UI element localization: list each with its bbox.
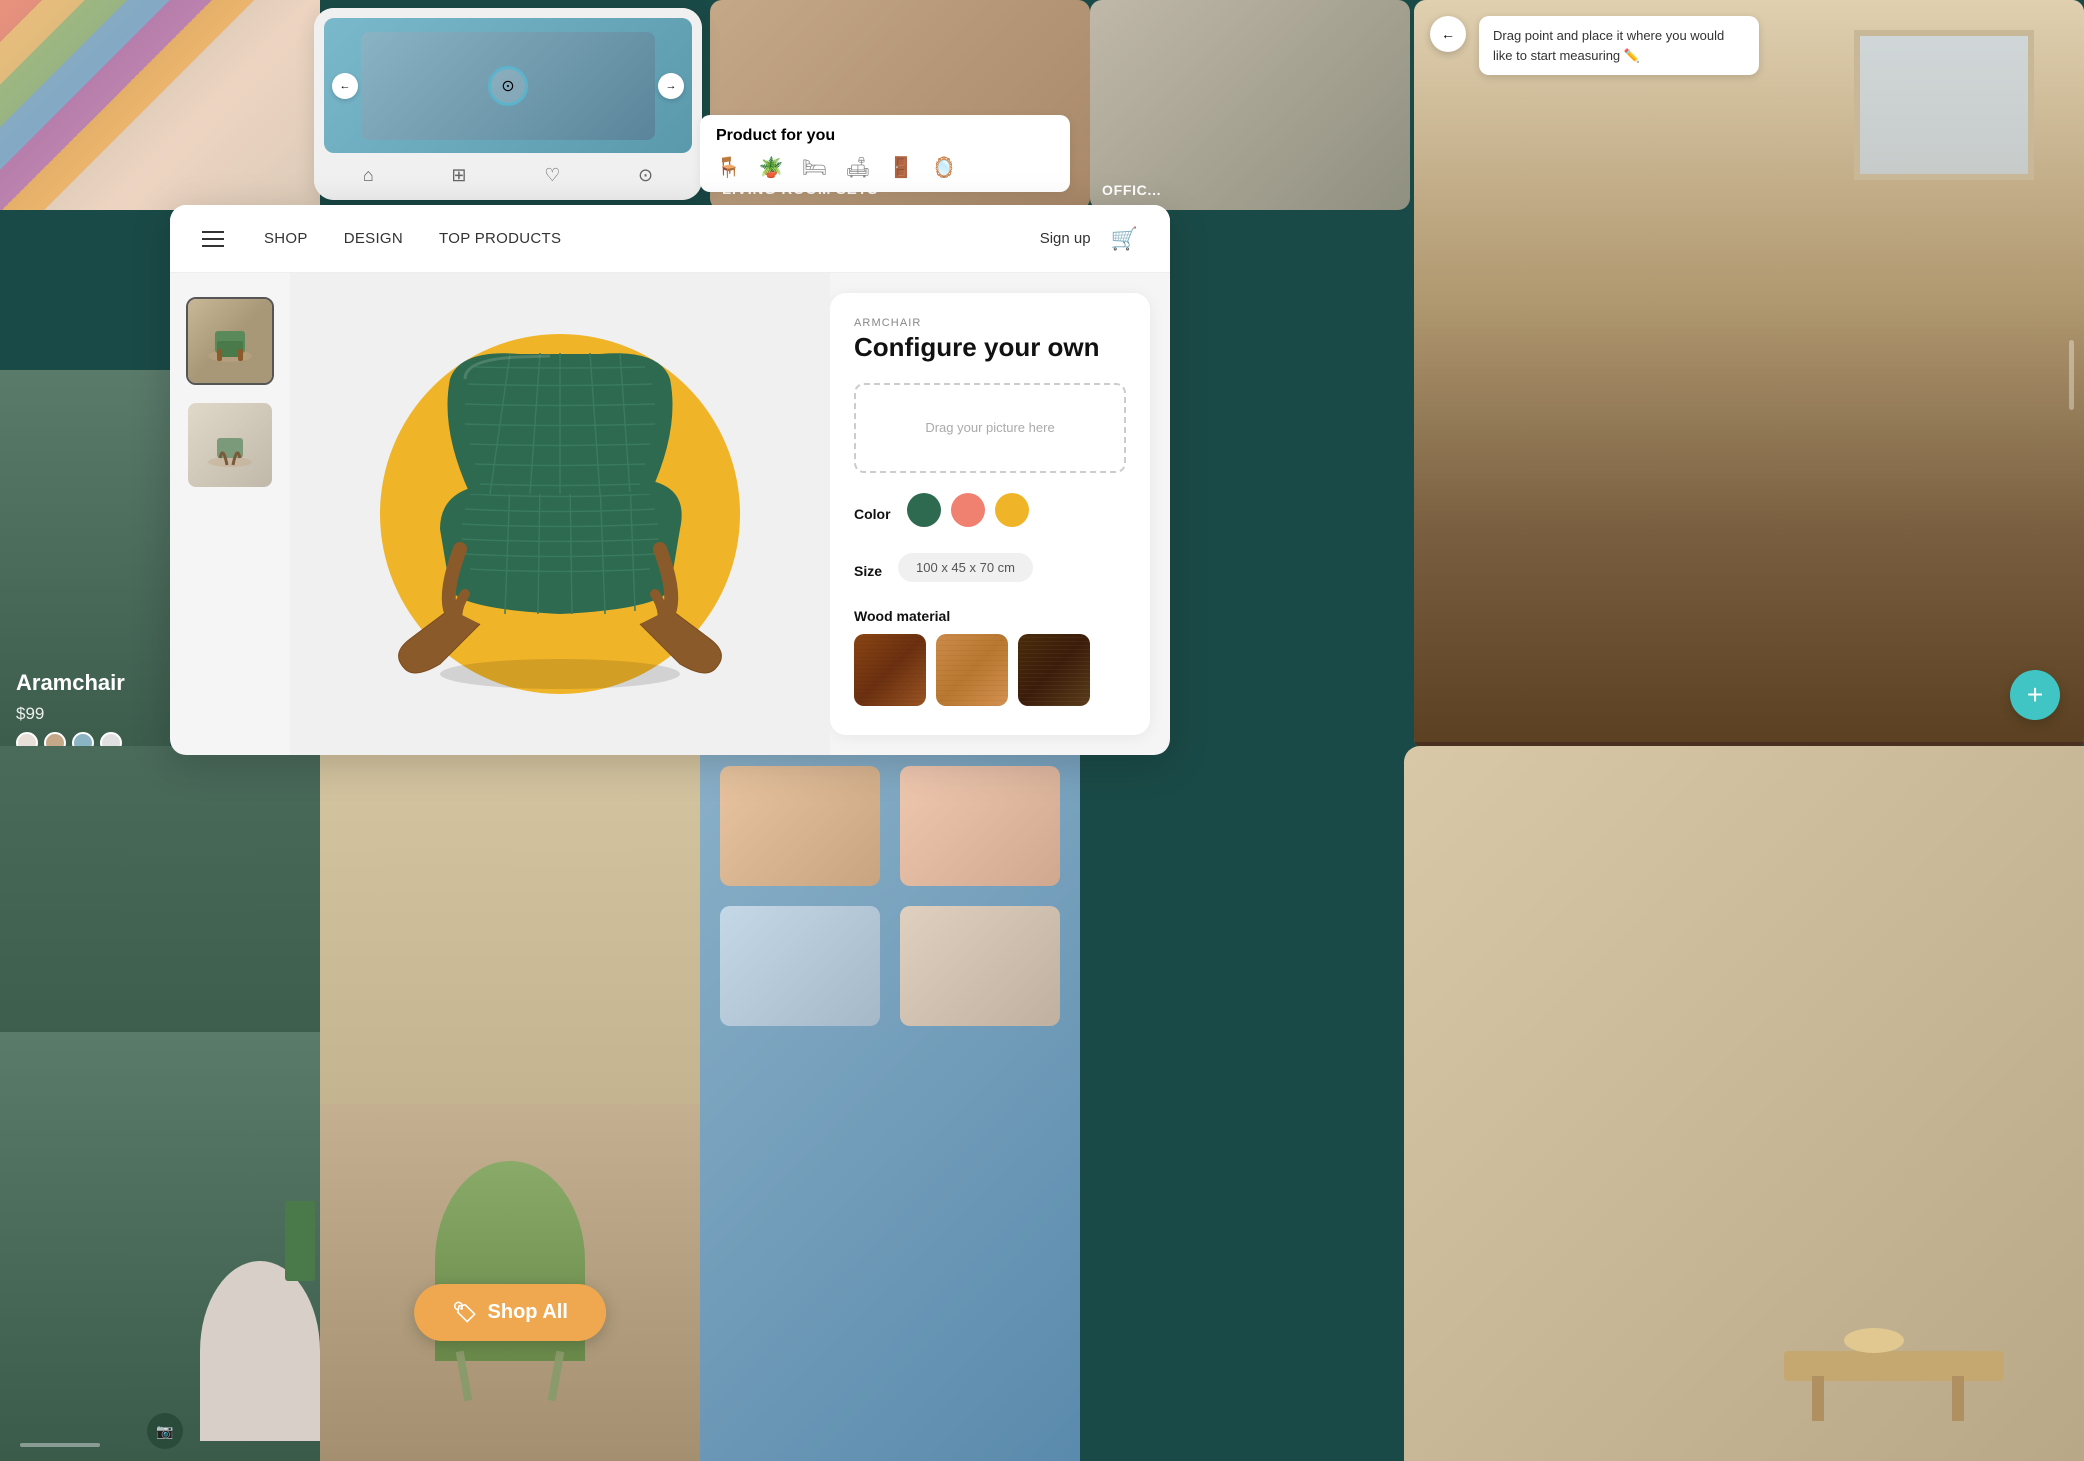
- config-panel: ARMCHAIR Configure your own Drag your pi…: [830, 293, 1150, 735]
- bowl: [1844, 1328, 1904, 1353]
- hamburger-menu[interactable]: [202, 231, 224, 247]
- plant-stem: [285, 1201, 315, 1281]
- thumbnail-sidebar: [170, 273, 290, 755]
- table-leg-2: [1812, 1376, 1824, 1421]
- left-card-name: Aramchair: [16, 670, 154, 696]
- cat-icon-4[interactable]: 🛋: [845, 155, 870, 180]
- bg-office: OFFIC...: [1090, 0, 1410, 210]
- nav-design[interactable]: DESIGN: [344, 230, 403, 247]
- nav-shop[interactable]: SHOP: [264, 230, 308, 247]
- bottom-left-room: 📷: [0, 746, 330, 1461]
- thumb-1-img: [188, 299, 272, 383]
- cart-icon[interactable]: 🛒: [1111, 226, 1138, 252]
- cat-icon-5[interactable]: 🚪: [889, 155, 914, 180]
- cat-icon-3[interactable]: 🛏: [802, 155, 827, 180]
- color-row: Color: [854, 493, 1126, 545]
- wood-light[interactable]: [936, 634, 1008, 706]
- product-for-you-title: Product for you: [716, 127, 1054, 145]
- color-label: Color: [854, 506, 891, 522]
- phone-next-arrow[interactable]: →: [658, 73, 684, 99]
- wood-section: Wood material: [854, 608, 1126, 706]
- shop-all-button[interactable]: 🏷 Shop All: [414, 1284, 606, 1341]
- cat-icon-1[interactable]: 🪑: [716, 155, 741, 180]
- color-options: [907, 493, 1029, 527]
- color-green[interactable]: [907, 493, 941, 527]
- left-product-card: Aramchair $99: [0, 370, 170, 770]
- camera-icon[interactable]: 📷: [147, 1413, 183, 1449]
- hamburger-line-1: [202, 231, 224, 233]
- hamburger-line-3: [202, 245, 224, 247]
- bottom-scrollbar: [20, 1443, 100, 1447]
- drop-zone-text: Drag your picture here: [925, 420, 1054, 435]
- left-card-price: $99: [16, 704, 154, 724]
- collage-tile-2: [900, 766, 1060, 886]
- size-value: 100 x 45 x 70 cm: [898, 553, 1033, 582]
- ar-scroll-indicator: [2069, 340, 2074, 410]
- nav-links: SHOP DESIGN TOP PRODUCTS: [264, 230, 1000, 247]
- bottom-far-right-scene: [1404, 746, 2084, 1461]
- collage-tile-3: [720, 906, 880, 1026]
- chair-svg: [350, 329, 770, 699]
- wood-label: Wood material: [854, 608, 1126, 624]
- cat-icon-2[interactable]: 🪴: [759, 155, 784, 180]
- product-for-you-panel: Product for you 🪑 🪴 🛏 🛋 🚪 🪞: [700, 115, 1070, 192]
- thumbnail-2[interactable]: [186, 401, 274, 489]
- grey-chair-silhouette: [200, 1261, 320, 1441]
- shop-all-label: Shop All: [488, 1301, 568, 1324]
- bg-ar-room: ← Drag point and place it where you woul…: [1414, 0, 2084, 750]
- ar-tip-text: Drag point and place it where you would …: [1479, 16, 1759, 75]
- ar-plus-button[interactable]: +: [2010, 670, 2060, 720]
- product-display: [290, 273, 830, 755]
- phone-prev-arrow[interactable]: ←: [332, 73, 358, 99]
- phone-profile-icon[interactable]: ⊙: [638, 165, 653, 186]
- navbar: SHOP DESIGN TOP PRODUCTS Sign up 🛒: [170, 205, 1170, 273]
- bottom-right-collage: [700, 746, 1080, 1461]
- main-product-card: SHOP DESIGN TOP PRODUCTS Sign up 🛒: [170, 205, 1170, 755]
- thumbnail-1[interactable]: [186, 297, 274, 385]
- cat-icon-6[interactable]: 🪞: [932, 155, 957, 180]
- bottom-mid-scene: 🏷 Shop All: [320, 746, 700, 1461]
- wood-dark-red[interactable]: [854, 634, 926, 706]
- product-area: ARMCHAIR Configure your own Drag your pi…: [170, 273, 1170, 755]
- signup-link[interactable]: Sign up: [1040, 230, 1091, 247]
- office-label: OFFIC...: [1102, 182, 1161, 198]
- ar-back-button[interactable]: ←: [1430, 16, 1466, 52]
- color-yellow[interactable]: [995, 493, 1029, 527]
- ar-window-bg: [1854, 30, 2034, 180]
- config-title: Configure your own: [854, 333, 1126, 363]
- nav-top-products[interactable]: TOP PRODUCTS: [439, 230, 561, 247]
- phone-grid-icon[interactable]: ⊞: [451, 165, 466, 186]
- phone-bottom-nav: ⌂ ⊞ ♡ ⊙: [324, 161, 692, 190]
- phone-image-strip: ← → ⊙: [324, 18, 692, 153]
- size-label: Size: [854, 563, 882, 579]
- phone-scan-circle: ⊙: [488, 66, 528, 106]
- hamburger-line-2: [202, 238, 224, 240]
- size-row: Size 100 x 45 x 70 cm: [854, 553, 1126, 600]
- phone-mockup: ← → ⊙ ⌂ ⊞ ♡ ⊙: [314, 8, 702, 200]
- product-category-icons: 🪑 🪴 🛏 🛋 🚪 🪞: [716, 155, 1054, 180]
- thumb-2-img: [188, 403, 272, 487]
- drop-zone[interactable]: Drag your picture here: [854, 383, 1126, 473]
- color-salmon[interactable]: [951, 493, 985, 527]
- nav-right: Sign up 🛒: [1040, 226, 1138, 252]
- wood-options: [854, 634, 1126, 706]
- phone-heart-icon[interactable]: ♡: [544, 165, 560, 186]
- table-leg-1: [1952, 1376, 1964, 1421]
- config-subtitle: ARMCHAIR: [854, 317, 1126, 329]
- shop-tag-icon: 🏷: [452, 1300, 477, 1325]
- phone-home-icon[interactable]: ⌂: [363, 165, 374, 186]
- bg-swatches: [0, 0, 320, 210]
- collage-tile-1: [720, 766, 880, 886]
- wood-dark[interactable]: [1018, 634, 1090, 706]
- collage-tile-4: [900, 906, 1060, 1026]
